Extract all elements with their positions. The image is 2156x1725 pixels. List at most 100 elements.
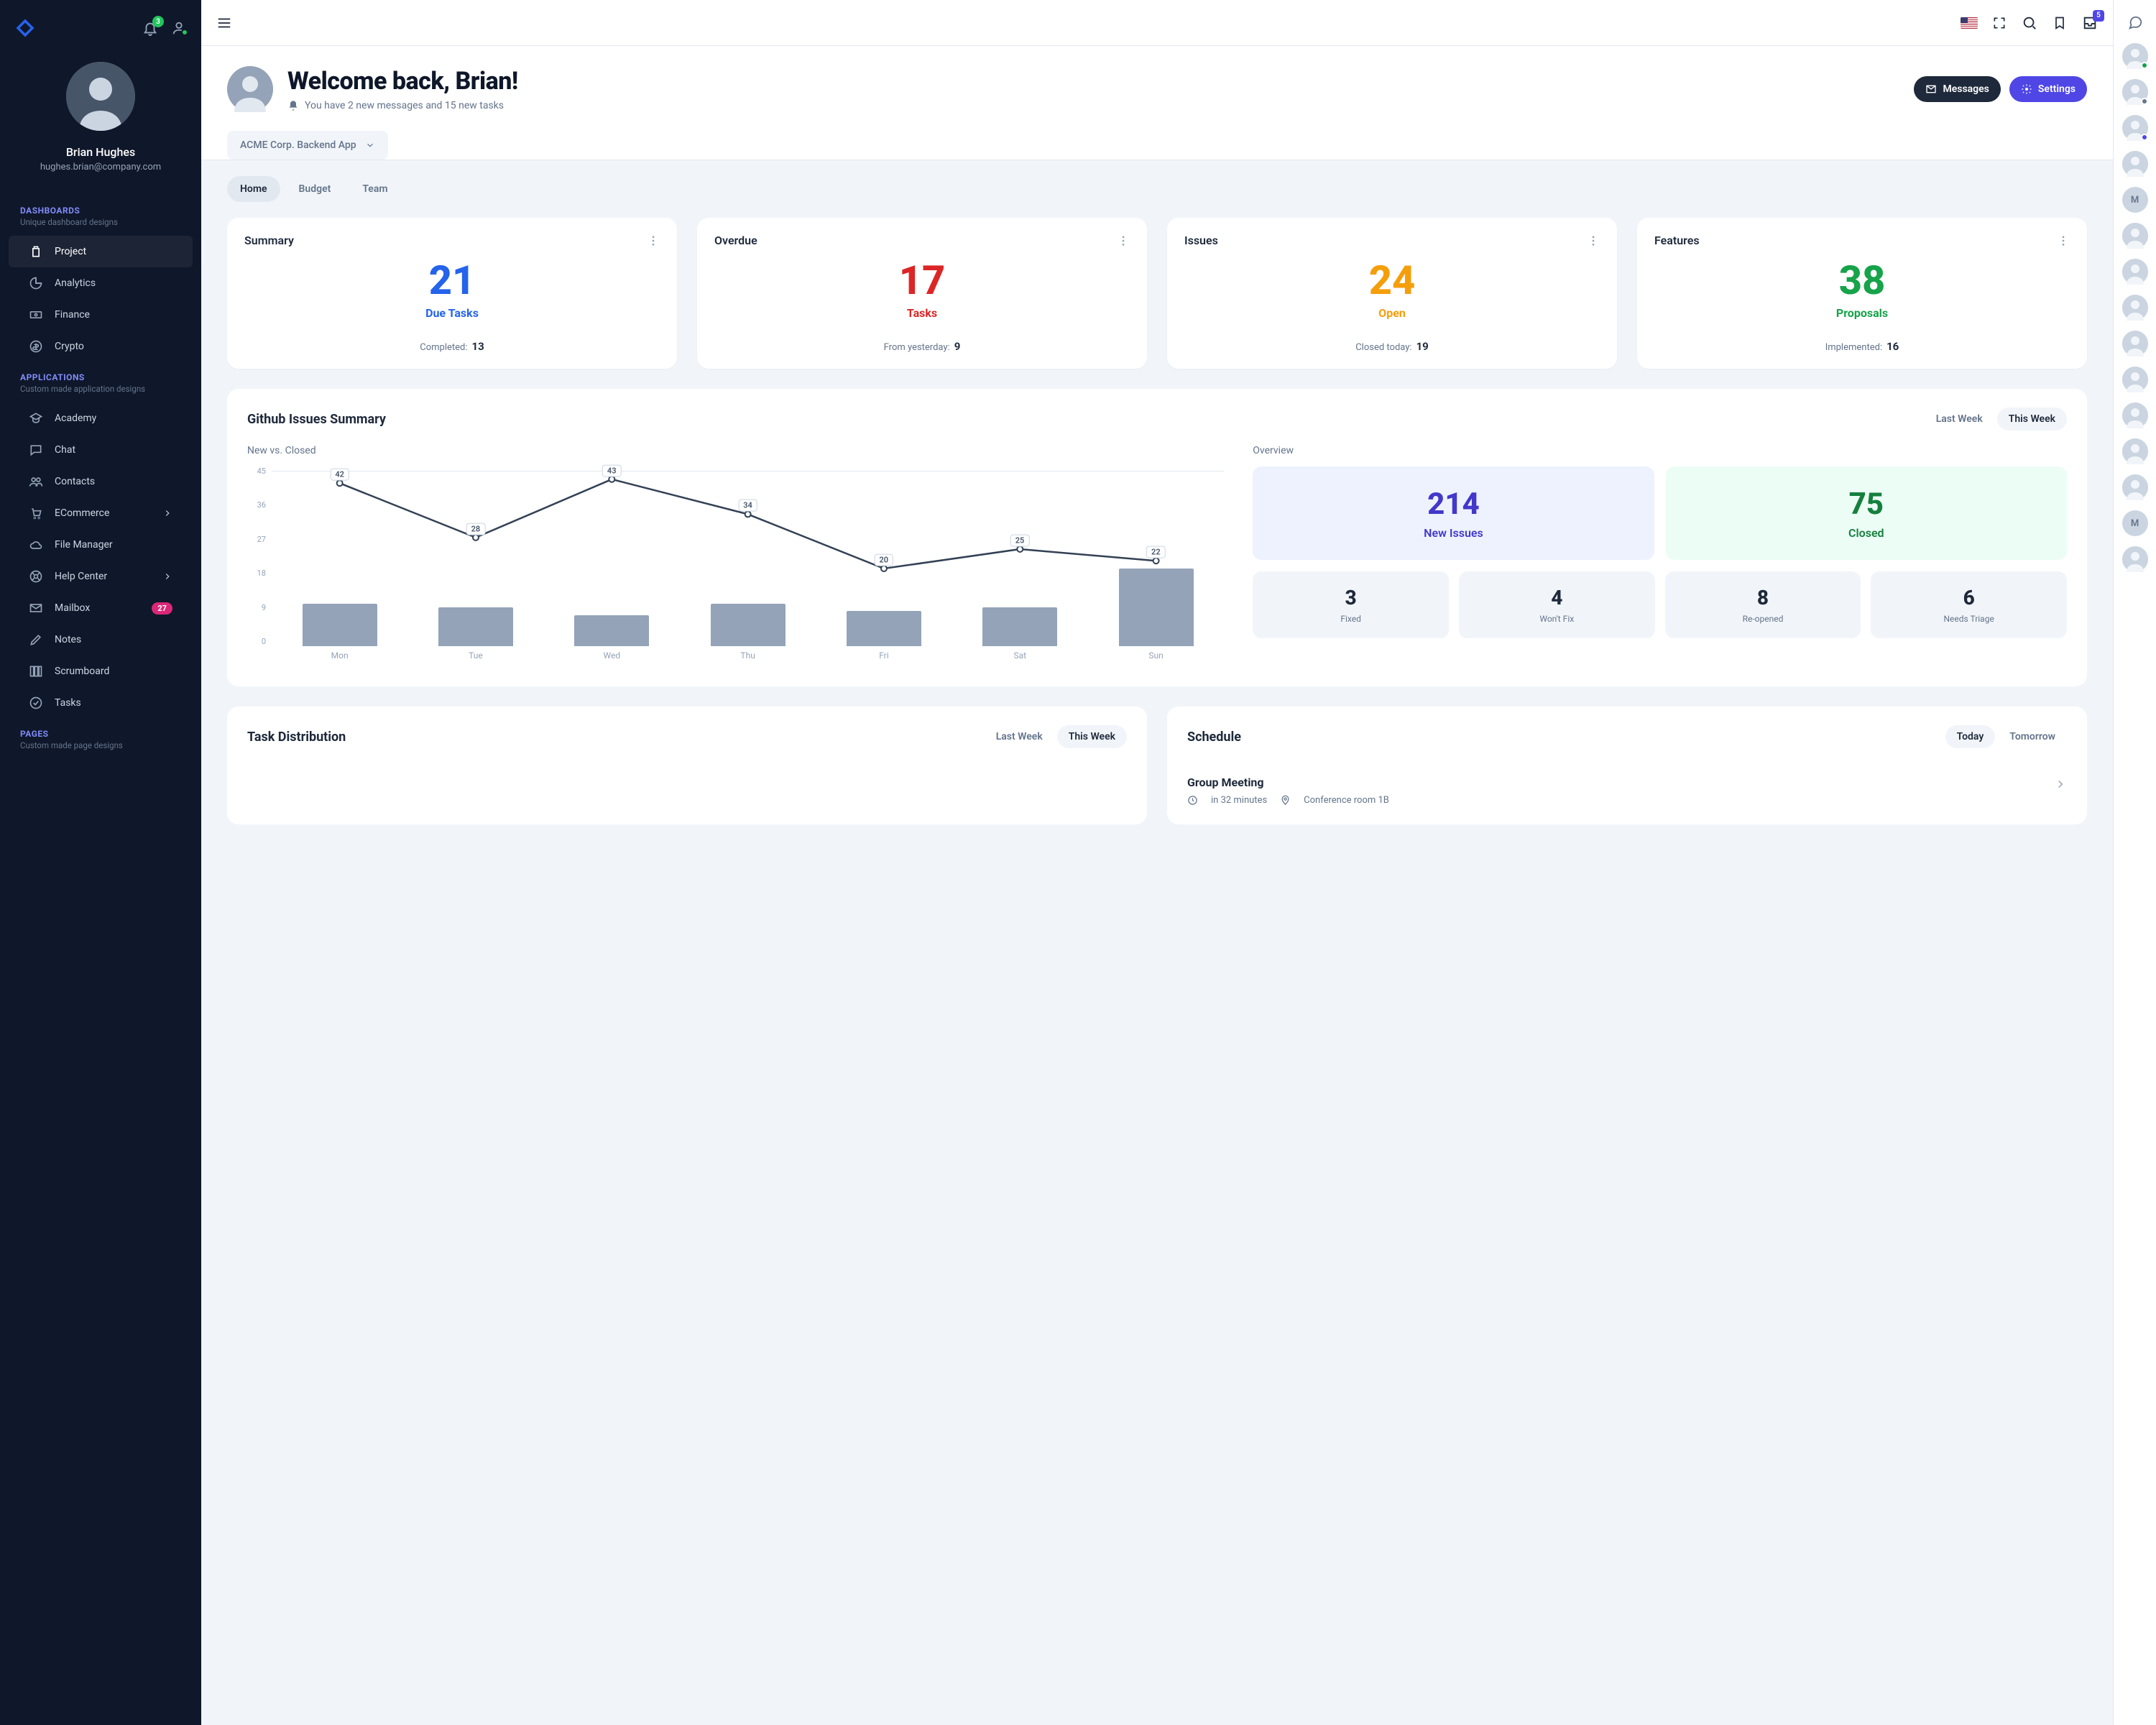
sidebar-item-label: Scrumboard bbox=[55, 666, 109, 677]
seg-today[interactable]: Today bbox=[1945, 725, 1996, 748]
fullscreen-icon[interactable] bbox=[1991, 14, 2008, 32]
schedule-title: Schedule bbox=[1187, 730, 1241, 745]
contact-avatar[interactable] bbox=[2122, 295, 2148, 321]
tab-budget[interactable]: Budget bbox=[286, 176, 344, 202]
seg-this-week[interactable]: This Week bbox=[1057, 725, 1127, 748]
nav-group-sub: Custom made page designs bbox=[0, 739, 201, 759]
task-distribution-panel: Task Distribution Last WeekThis Week bbox=[227, 707, 1147, 824]
sidebar-item-label: Finance bbox=[55, 309, 90, 321]
contact-avatar[interactable] bbox=[2122, 43, 2148, 69]
sidebar-item-label: Analytics bbox=[55, 277, 96, 289]
chevron-down-icon bbox=[365, 140, 375, 150]
seg-tomorrow[interactable]: Tomorrow bbox=[1998, 725, 2067, 748]
notifications-badge: 3 bbox=[152, 16, 164, 27]
language-flag-icon[interactable] bbox=[1961, 14, 1978, 32]
sidebar: 3 Brian Hughes hughes.brian@company.com … bbox=[0, 0, 201, 1725]
contact-avatar[interactable] bbox=[2122, 438, 2148, 464]
tabs: HomeBudgetTeam bbox=[227, 176, 2087, 202]
search-icon[interactable] bbox=[2021, 14, 2038, 32]
contact-avatar[interactable] bbox=[2122, 546, 2148, 572]
sidebar-item-scrumboard[interactable]: Scrumboard bbox=[9, 656, 193, 687]
sidebar-item-academy[interactable]: Academy bbox=[9, 402, 193, 434]
contact-avatar[interactable] bbox=[2122, 223, 2148, 249]
tab-team[interactable]: Team bbox=[349, 176, 400, 202]
sidebar-item-ecommerce[interactable]: ECommerce bbox=[9, 497, 193, 529]
sidebar-item-tasks[interactable]: Tasks bbox=[9, 687, 193, 719]
contact-avatar[interactable] bbox=[2122, 331, 2148, 356]
sidebar-item-notes[interactable]: Notes bbox=[9, 624, 193, 656]
more-icon[interactable] bbox=[2057, 234, 2070, 247]
sidebar-item-analytics[interactable]: Analytics bbox=[9, 267, 193, 299]
cart-icon bbox=[29, 506, 43, 520]
contact-avatar[interactable]: M bbox=[2122, 510, 2148, 536]
avatar bbox=[227, 66, 273, 112]
settings-button[interactable]: Settings bbox=[2009, 76, 2087, 102]
contact-avatar[interactable] bbox=[2122, 402, 2148, 428]
more-icon[interactable] bbox=[1587, 234, 1600, 247]
currency-icon bbox=[29, 339, 43, 354]
bell-icon bbox=[287, 100, 299, 111]
nav-group-title: APPLICATIONS bbox=[0, 372, 201, 382]
contact-avatar[interactable] bbox=[2122, 151, 2148, 177]
sidebar-item-label: Academy bbox=[55, 413, 96, 424]
seg-last-week[interactable]: Last Week bbox=[1925, 408, 1994, 431]
sidebar-email: hughes.brian@company.com bbox=[40, 162, 161, 172]
chevron-right-icon bbox=[162, 508, 172, 518]
notifications-icon[interactable]: 3 bbox=[142, 20, 158, 36]
contact-avatar[interactable] bbox=[2122, 259, 2148, 285]
stat-fixed: 3 Fixed bbox=[1253, 571, 1449, 638]
more-icon[interactable] bbox=[647, 234, 660, 247]
stat-needs-triage: 6 Needs Triage bbox=[1871, 571, 2067, 638]
user-status-icon[interactable] bbox=[171, 20, 187, 36]
bookmark-icon[interactable] bbox=[2051, 14, 2068, 32]
sidebar-item-crypto[interactable]: Crypto bbox=[9, 331, 193, 362]
sidebar-user-card: Brian Hughes hughes.brian@company.com bbox=[0, 45, 201, 196]
github-title: Github Issues Summary bbox=[247, 412, 386, 427]
sidebar-item-file-manager[interactable]: File Manager bbox=[9, 529, 193, 561]
seg-last-week[interactable]: Last Week bbox=[985, 725, 1054, 748]
project-selector[interactable]: ACME Corp. Backend App bbox=[227, 131, 388, 160]
check-circle-icon bbox=[29, 696, 43, 710]
mail-icon bbox=[1925, 83, 1937, 95]
overview-closed: 75 Closed bbox=[1666, 466, 2067, 560]
seg-this-week[interactable]: This Week bbox=[1997, 408, 2067, 431]
columns-icon bbox=[29, 664, 43, 678]
contact-avatar[interactable] bbox=[2122, 79, 2148, 105]
sidebar-item-label: Crypto bbox=[55, 341, 84, 352]
contact-avatar[interactable] bbox=[2122, 115, 2148, 141]
sidebar-item-label: Project bbox=[55, 246, 86, 257]
sidebar-item-mailbox[interactable]: Mailbox 27 bbox=[9, 592, 193, 624]
sidebar-item-label: Mailbox bbox=[55, 602, 90, 614]
mail-icon bbox=[29, 601, 43, 615]
github-panel: Github Issues Summary Last WeekThis Week… bbox=[227, 389, 2087, 686]
sidebar-item-label: Tasks bbox=[55, 697, 81, 709]
users-icon bbox=[29, 474, 43, 489]
schedule-item-title: Group Meeting bbox=[1187, 776, 2054, 789]
contact-avatar[interactable]: M bbox=[2122, 187, 2148, 213]
chat-icon[interactable] bbox=[2127, 14, 2143, 30]
sidebar-item-contacts[interactable]: Contacts bbox=[9, 466, 193, 497]
tab-home[interactable]: Home bbox=[227, 176, 280, 202]
task-dist-title: Task Distribution bbox=[247, 730, 346, 745]
pencil-icon bbox=[29, 632, 43, 647]
more-icon[interactable] bbox=[1117, 234, 1130, 247]
sidebar-item-finance[interactable]: Finance bbox=[9, 299, 193, 331]
contact-avatar[interactable] bbox=[2122, 474, 2148, 500]
sidebar-item-chat[interactable]: Chat bbox=[9, 434, 193, 466]
sidebar-item-label: Contacts bbox=[55, 476, 95, 487]
nav-group-title: DASHBOARDS bbox=[0, 206, 201, 216]
chart-subtitle: New vs. Closed bbox=[247, 445, 1224, 456]
sidebar-item-label: Help Center bbox=[55, 571, 107, 582]
summary-card-summary: Summary 21 Due Tasks Completed:13 bbox=[227, 218, 677, 369]
inbox-icon[interactable]: 5 bbox=[2081, 14, 2099, 32]
chevron-right-icon[interactable] bbox=[2054, 778, 2067, 791]
stat-re-opened: 8 Re-opened bbox=[1665, 571, 1861, 638]
sidebar-item-project[interactable]: Project bbox=[9, 236, 193, 267]
contact-avatar[interactable] bbox=[2122, 367, 2148, 392]
sidebar-item-label: Chat bbox=[55, 444, 75, 456]
menu-toggle-icon[interactable] bbox=[216, 14, 233, 32]
messages-button[interactable]: Messages bbox=[1914, 76, 2000, 102]
sidebar-item-help-center[interactable]: Help Center bbox=[9, 561, 193, 592]
gear-icon bbox=[2021, 83, 2032, 95]
schedule-panel: Schedule TodayTomorrow Group Meeting in … bbox=[1167, 707, 2087, 824]
